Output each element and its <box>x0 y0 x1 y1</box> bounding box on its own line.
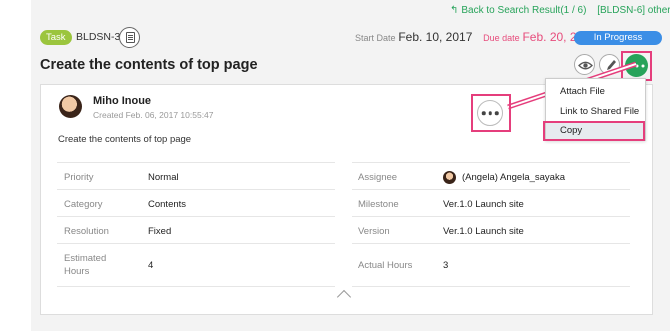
field-value-estimated-hours: 4 <box>148 260 154 271</box>
field-value-version: Ver.1.0 Launch site <box>443 226 524 237</box>
issue-type-badge: Task <box>40 30 72 45</box>
field-label-category: Category <box>64 199 103 210</box>
author-name: Miho Inoue <box>93 95 152 107</box>
issue-dates: Start Date Feb. 10, 2017 Due date Feb. 2… <box>355 30 597 44</box>
author-avatar <box>59 95 82 118</box>
issue-key: BLDSN-3 <box>76 31 121 43</box>
due-date-label: Due date <box>483 33 520 43</box>
field-value-actual-hours: 3 <box>443 260 449 271</box>
issue-description: Create the contents of top page <box>58 134 192 145</box>
assignee-avatar <box>443 171 456 184</box>
other-issue-link[interactable]: [BLDSN-6] other <box>597 5 670 16</box>
field-value-priority: Normal <box>148 172 179 183</box>
field-label-actual-hours: Actual Hours <box>358 260 413 271</box>
zoom-highlight <box>471 94 511 132</box>
field-value-resolution: Fixed <box>148 226 172 237</box>
field-label-milestone: Milestone <box>358 199 399 210</box>
clipboard-icon <box>126 32 135 43</box>
menu-item-attach-file[interactable]: Attach File <box>546 82 645 102</box>
field-value-milestone: Ver.1.0 Launch site <box>443 199 524 210</box>
field-label-version: Version <box>358 226 390 237</box>
start-date-value: Feb. 10, 2017 <box>398 30 473 44</box>
field-label-resolution: Resolution <box>64 226 109 237</box>
field-value-assignee[interactable]: (Angela) Angela_sayaka <box>462 172 565 183</box>
copy-highlight <box>543 121 645 141</box>
field-label-priority: Priority <box>64 172 94 183</box>
created-date: Created Feb. 06, 2017 10:55:47 <box>93 110 214 120</box>
back-to-search-link[interactable]: Back to Search Result(1 / 6) <box>461 5 586 16</box>
menu-item-link-shared-file[interactable]: Link to Shared File <box>546 102 645 122</box>
start-date-label: Start Date <box>355 33 396 43</box>
field-label-assignee: Assignee <box>358 172 398 183</box>
status-badge[interactable]: In Progress <box>574 31 662 45</box>
copy-key-button[interactable] <box>119 27 140 48</box>
field-value-category: Contents <box>148 199 187 210</box>
back-icon: ↰ <box>450 5 459 16</box>
top-navigation: ↰ Back to Search Result(1 / 6) [BLDSN-6] … <box>450 5 670 16</box>
issue-title: Create the contents of top page <box>40 57 258 73</box>
field-label-estimated-hours: Estimated Hours <box>64 253 107 277</box>
